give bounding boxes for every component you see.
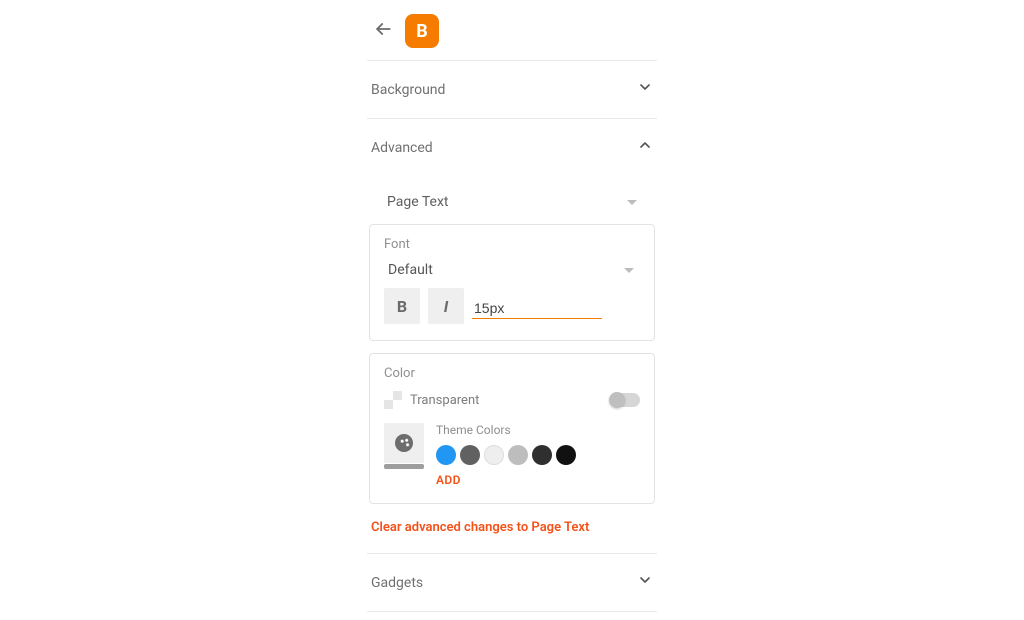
panel-header: B	[367, 8, 657, 61]
color-card: Color Transparent Theme Colors ADD	[369, 353, 655, 504]
bold-button[interactable]: B	[384, 288, 420, 324]
target-selector-value: Page Text	[387, 194, 448, 210]
color-card-title: Color	[384, 366, 640, 381]
color-swatch[interactable]	[436, 445, 456, 465]
transparency-icon	[384, 391, 402, 409]
italic-label: I	[444, 297, 449, 316]
theme-designer-panel: B Background Advanced Page Text Font Def…	[367, 8, 657, 612]
section-background-label: Background	[371, 82, 445, 98]
advanced-body: Page Text Font Default B I Color	[367, 176, 657, 554]
swatch-row	[436, 445, 576, 465]
font-card-title: Font	[384, 237, 640, 252]
transparent-label: Transparent	[410, 393, 479, 408]
palette-icon	[395, 434, 413, 452]
clear-advanced-button[interactable]: Clear advanced changes to Page Text	[369, 516, 655, 539]
color-swatch[interactable]	[508, 445, 528, 465]
theme-colors-column: Theme Colors ADD	[436, 423, 576, 487]
section-advanced[interactable]: Advanced	[367, 119, 657, 176]
blogger-logo-icon: B	[405, 14, 439, 48]
font-family-value: Default	[388, 262, 433, 278]
chevron-down-icon	[637, 79, 653, 100]
font-card: Font Default B I	[369, 224, 655, 341]
dropdown-caret-icon	[624, 268, 634, 273]
chevron-up-icon	[637, 137, 653, 158]
color-swatch[interactable]	[532, 445, 552, 465]
dropdown-caret-icon	[627, 200, 637, 205]
font-controls: B I	[384, 288, 640, 324]
transparent-toggle[interactable]	[610, 393, 640, 407]
section-gadgets-label: Gadgets	[371, 575, 423, 591]
back-arrow-icon[interactable]	[369, 15, 397, 48]
color-picker-button[interactable]	[384, 423, 424, 463]
bold-label: B	[397, 297, 407, 316]
section-background[interactable]: Background	[367, 61, 657, 119]
logo-letter: B	[416, 21, 428, 42]
section-gadgets[interactable]: Gadgets	[367, 554, 657, 612]
color-swatch[interactable]	[460, 445, 480, 465]
color-swatch[interactable]	[556, 445, 576, 465]
colors-block: Theme Colors ADD	[384, 423, 640, 487]
add-color-button[interactable]: ADD	[436, 473, 576, 487]
font-family-select[interactable]: Default	[384, 262, 640, 288]
transparent-row: Transparent	[384, 391, 640, 409]
color-swatch[interactable]	[484, 445, 504, 465]
italic-button[interactable]: I	[428, 288, 464, 324]
chevron-down-icon	[637, 572, 653, 593]
target-selector[interactable]: Page Text	[369, 188, 655, 224]
section-advanced-label: Advanced	[371, 140, 433, 156]
font-size-input[interactable]	[472, 294, 602, 319]
theme-colors-label: Theme Colors	[436, 423, 576, 437]
